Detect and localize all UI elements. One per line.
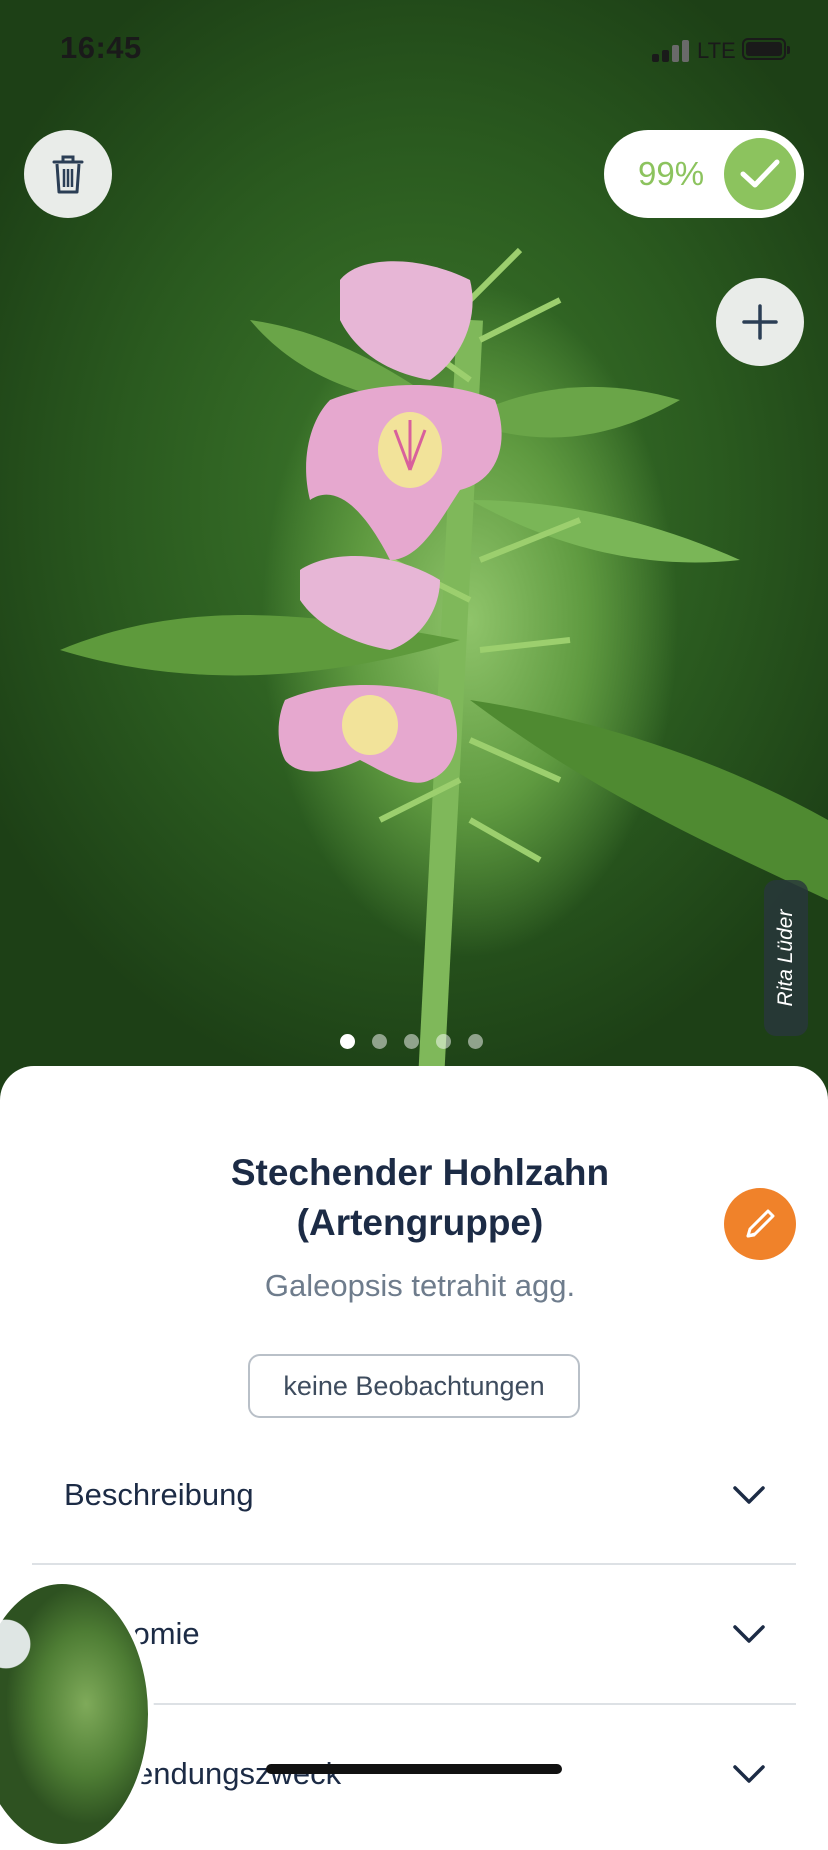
battery-icon: [742, 38, 790, 60]
network-label: LTE: [697, 38, 736, 63]
carousel-dot[interactable]: [340, 1034, 355, 1049]
confidence-indicator: 99%: [604, 130, 804, 218]
home-indicator[interactable]: [266, 1764, 562, 1774]
section-label: Beschreibung: [64, 1477, 254, 1512]
status-time: 16:45: [60, 30, 142, 65]
confidence-value: 99%: [638, 155, 705, 192]
species-common-name-line2: (Artengruppe): [296, 1202, 544, 1243]
add-photo-button[interactable]: [716, 278, 804, 366]
species-common-name: Stechender Hohlzahn (Artengruppe): [180, 1148, 660, 1248]
carousel-dot[interactable]: [404, 1034, 419, 1049]
carousel-dot[interactable]: [468, 1034, 483, 1049]
observations-badge[interactable]: keine Beobachtungen: [248, 1354, 580, 1418]
species-scientific-name: Galeopsis tetrahit agg.: [264, 1268, 576, 1303]
check-icon: [724, 138, 796, 210]
plus-icon: [742, 304, 778, 340]
photo-credit-text: Rita Lüder: [774, 909, 797, 1007]
pencil-icon: [746, 1209, 775, 1238]
section-beschreibung[interactable]: Beschreibung: [32, 1426, 796, 1564]
chevron-down-icon: [733, 1486, 765, 1504]
carousel-dot[interactable]: [372, 1034, 387, 1049]
edit-button[interactable]: [724, 1188, 796, 1260]
photo-credit: Rita Lüder: [764, 880, 808, 1036]
section-label: endungszweck: [136, 1756, 342, 1791]
delete-button[interactable]: [24, 130, 112, 218]
species-common-name-line1: Stechender Hohlzahn: [230, 1152, 610, 1193]
carousel-dot[interactable]: [436, 1034, 451, 1049]
trash-icon: [52, 155, 84, 194]
chevron-down-icon: [733, 1625, 765, 1643]
status-bar: 16:45 LTE: [0, 0, 828, 100]
chevron-down-icon: [733, 1765, 765, 1783]
signal-icon: [652, 38, 692, 62]
